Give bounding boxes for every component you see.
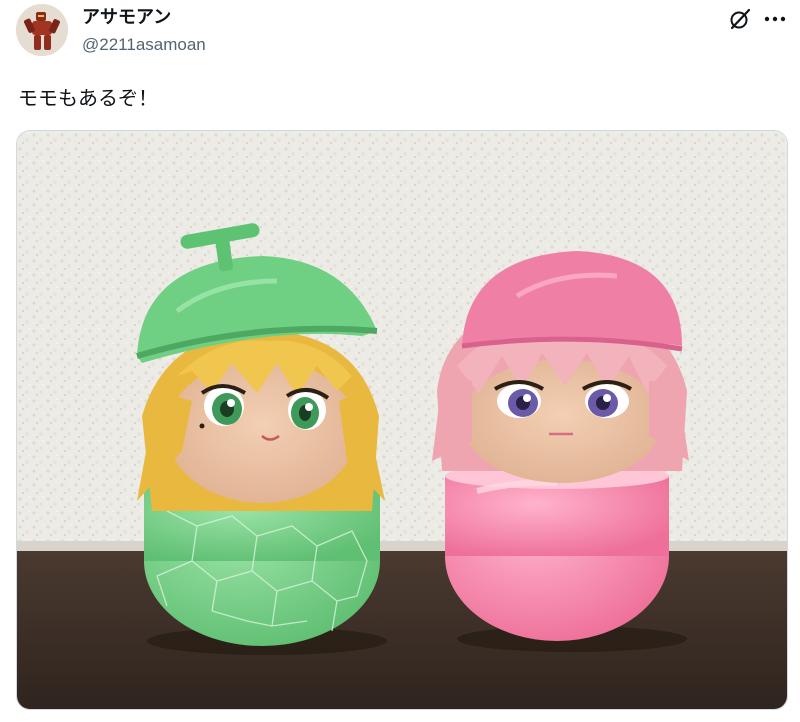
avatar-robot-icon [16,4,68,56]
more-options-icon[interactable] [762,7,788,31]
tweet-card: アサモアン @2211asamoan モモもあるぞ！ [0,0,800,722]
user-handle[interactable]: @2211asamoan [82,35,206,55]
tweet-text: モモもあるぞ！ [18,86,158,110]
photo-plush-figures-image [17,131,787,709]
display-name[interactable]: アサモアン [82,7,171,29]
tweet-photo[interactable] [16,130,788,710]
grok-icon[interactable] [728,7,752,31]
avatar[interactable] [16,4,68,56]
